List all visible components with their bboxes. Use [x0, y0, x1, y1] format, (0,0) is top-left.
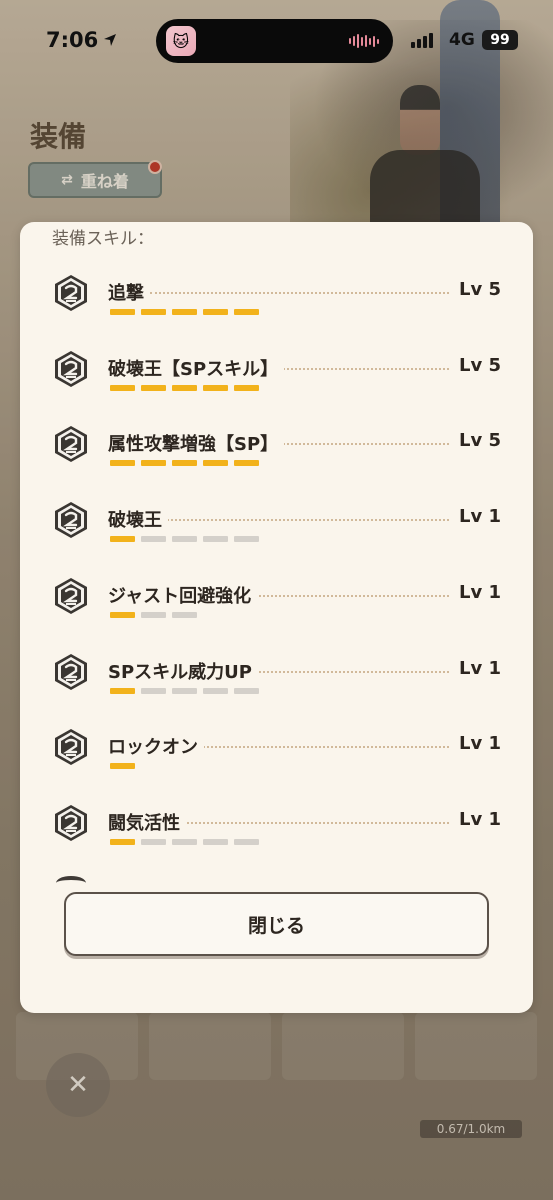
level-bar-filled — [141, 384, 166, 391]
skill-level: Lv 5 — [451, 279, 501, 300]
level-bar-empty — [203, 536, 228, 543]
skill-name: SPスキル威力UP — [108, 657, 258, 684]
level-bar-filled — [234, 460, 259, 467]
skill-name: 追撃 — [108, 279, 150, 305]
skill-row[interactable]: 破壊王【SPスキル】 Lv 5 — [20, 350, 533, 410]
skill-level: Lv 1 — [451, 657, 501, 679]
level-bar-empty — [172, 536, 197, 543]
level-bar-filled — [234, 309, 259, 315]
skill-row[interactable]: SPスキル威力UP Lv 1 — [20, 653, 533, 713]
level-bar-empty — [141, 536, 166, 543]
skill-emblem-icon — [52, 728, 90, 766]
skill-level: Lv 1 — [451, 808, 501, 830]
skill-row[interactable]: 破壊王 Lv 1 — [20, 501, 533, 561]
level-bar-empty — [141, 611, 166, 618]
skill-emblem-icon — [52, 501, 90, 539]
skill-emblem-icon — [52, 804, 90, 842]
skill-emblem-icon — [52, 350, 90, 388]
battery-icon: 99 — [482, 30, 518, 50]
skill-name: 属性攻撃増強【SP】 — [108, 430, 285, 457]
skill-row[interactable]: 属性攻撃増強【SP】 Lv 5 — [20, 425, 533, 485]
skill-row[interactable]: 追撃 Lv 5 — [20, 274, 533, 334]
skill-level-bars — [110, 611, 197, 618]
level-bar-empty — [234, 838, 259, 845]
skill-name: 破壊王 — [108, 506, 168, 533]
level-bar-filled — [110, 309, 135, 315]
skill-level-bars — [110, 838, 259, 845]
level-bar-filled — [110, 611, 135, 618]
close-button[interactable]: 閉じる — [64, 892, 489, 956]
level-bar-filled — [141, 309, 166, 315]
skill-level-bars — [110, 384, 259, 391]
status-bar: 7:06 🐱 4G 99 — [0, 0, 553, 80]
level-bar-empty — [203, 838, 228, 845]
location-arrow-icon — [102, 32, 118, 52]
skill-name: ジャスト回避強化 — [108, 581, 258, 608]
level-bar-filled — [110, 460, 135, 467]
level-bar-filled — [203, 460, 228, 467]
skill-name: 破壊王【SPスキル】 — [108, 354, 285, 381]
level-bar-filled — [141, 460, 166, 467]
level-bar-filled — [172, 384, 197, 391]
level-bar-empty — [141, 838, 166, 845]
level-bar-filled — [172, 460, 197, 467]
level-bar-filled — [110, 384, 135, 391]
level-bar-empty — [203, 687, 228, 694]
level-bar-empty — [172, 687, 197, 694]
dotted-leader — [150, 821, 485, 824]
dotted-leader — [150, 519, 485, 522]
skill-list[interactable]: 追撃 Lv 5 破壊王【SPスキル】 Lv 5 属性攻撃増強【SP】 Lv 5 … — [20, 222, 533, 882]
dotted-leader — [150, 292, 485, 294]
audio-wave-icon — [349, 33, 379, 49]
level-bar-empty — [172, 611, 197, 618]
skill-level: Lv 1 — [451, 506, 501, 528]
skill-emblem-icon — [52, 653, 90, 691]
level-bar-filled — [110, 536, 135, 543]
skill-name: 闘気活性 — [108, 808, 186, 835]
skill-level: Lv 1 — [451, 581, 501, 603]
level-bar-filled — [110, 687, 135, 694]
level-bar-empty — [141, 687, 166, 694]
skill-emblem-icon — [56, 876, 86, 890]
dynamic-island: 🐱 — [156, 19, 393, 63]
level-bar-empty — [234, 536, 259, 543]
skill-emblem-icon — [52, 577, 90, 615]
skill-emblem-icon — [52, 274, 90, 312]
cellular-signal-icon — [411, 32, 433, 48]
level-bar-filled — [203, 309, 228, 315]
skill-level: Lv 1 — [451, 733, 501, 755]
skill-level-bars — [110, 687, 259, 694]
app-thumbnail-icon: 🐱 — [166, 26, 196, 56]
skill-level: Lv 5 — [451, 354, 501, 376]
skill-level: Lv 5 — [451, 430, 501, 452]
skill-row[interactable]: ロックオン Lv 1 — [20, 728, 533, 788]
level-bar-filled — [203, 384, 228, 391]
status-time: 7:06 — [46, 28, 99, 52]
level-bar-empty — [172, 838, 197, 845]
level-bar-filled — [110, 763, 135, 770]
level-bar-filled — [234, 384, 259, 391]
skill-level-bars — [110, 460, 259, 467]
network-type: 4G — [449, 30, 475, 50]
skill-row[interactable]: 闘気活性 Lv 1 — [20, 804, 533, 864]
level-bar-filled — [110, 838, 135, 845]
skill-level-bars — [110, 309, 259, 315]
equipment-skills-modal: 装備スキル： 追撃 Lv 5 破壊王【SPスキル】 Lv 5 属性攻撃増強【SP… — [20, 222, 533, 1013]
skill-row[interactable]: ジャスト回避強化 Lv 1 — [20, 577, 533, 637]
skill-level-bars — [110, 536, 259, 543]
level-bar-filled — [172, 309, 197, 315]
level-bar-empty — [234, 687, 259, 694]
skill-name: ロックオン — [108, 733, 204, 760]
skill-level-bars — [110, 763, 135, 770]
skill-emblem-icon — [52, 425, 90, 463]
